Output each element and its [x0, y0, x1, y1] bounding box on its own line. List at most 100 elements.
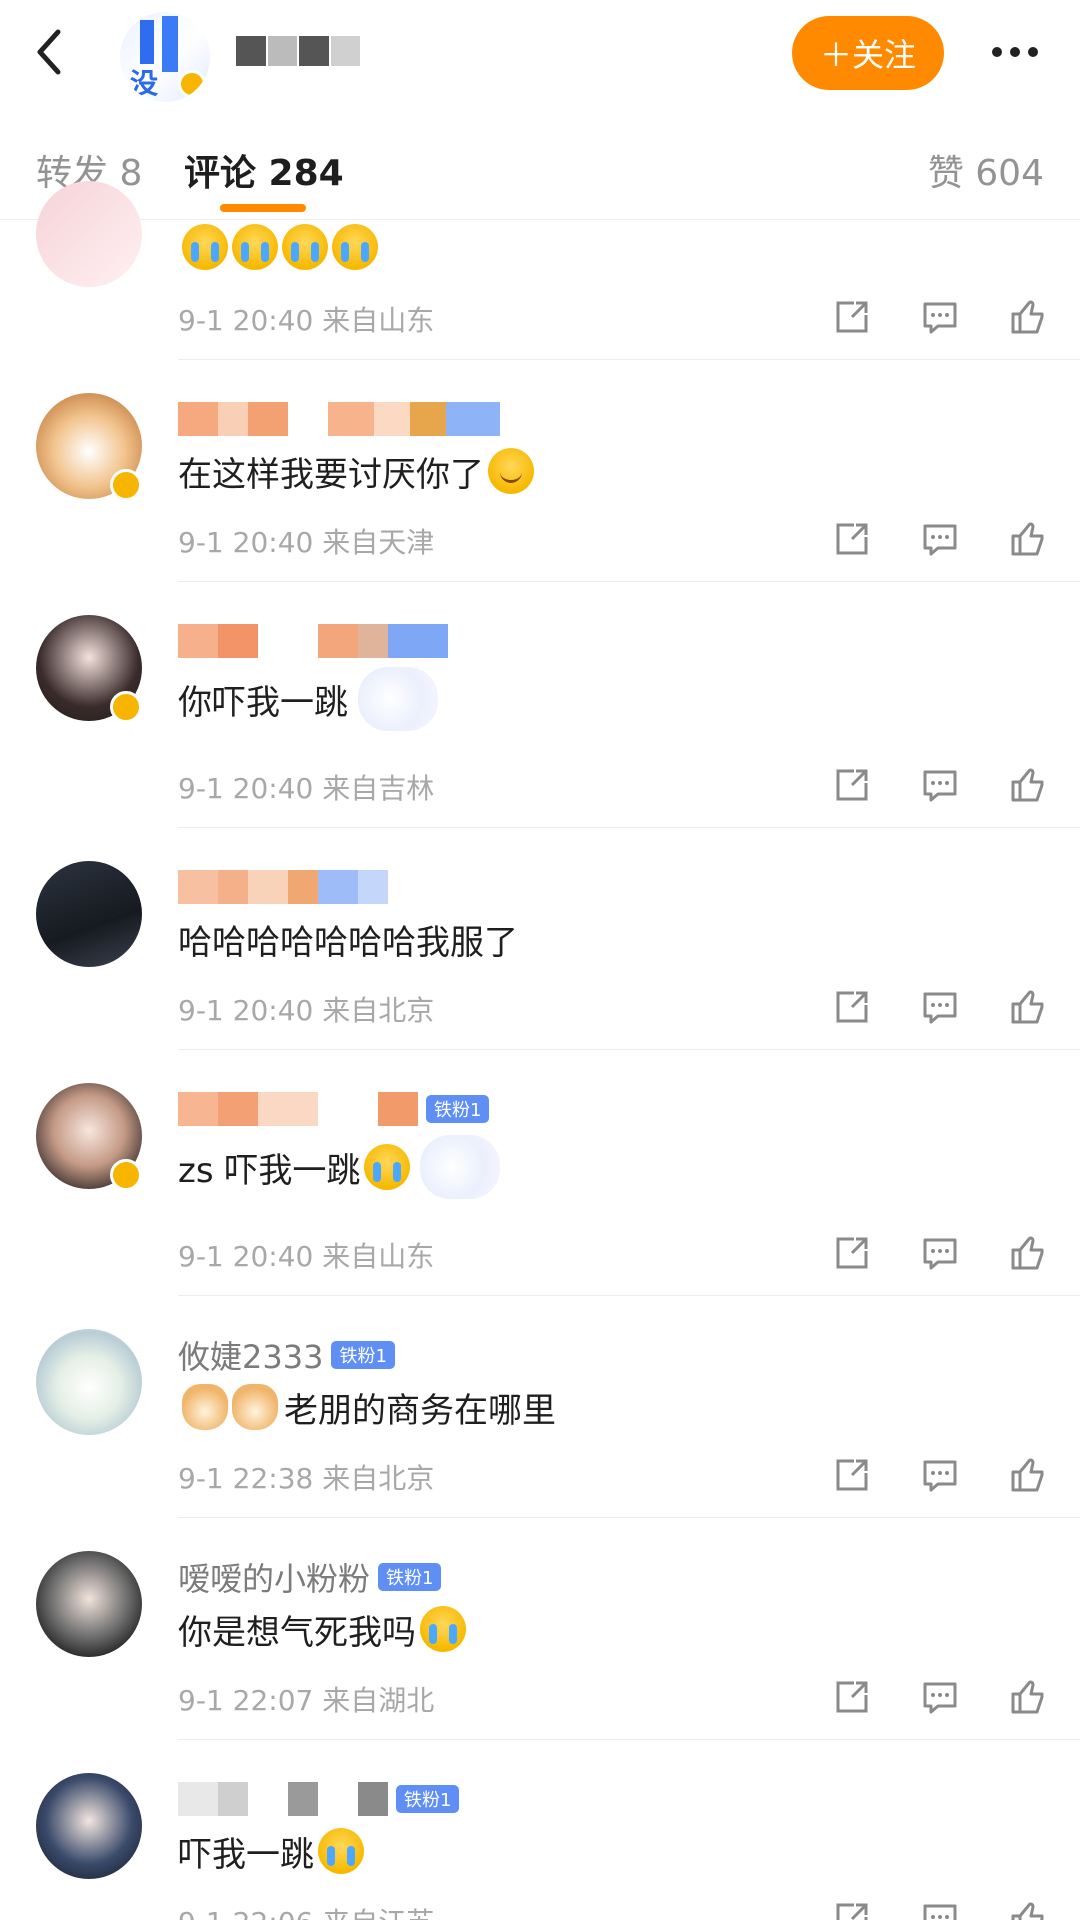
comment-text: 你吓我一跳 [178, 682, 348, 723]
reply-icon[interactable] [918, 985, 962, 1029]
comment-text-row: 你吓我一跳 [178, 667, 438, 731]
comment-text: 老朋的商务在哪里 [284, 1390, 556, 1431]
comment-actions [830, 1897, 1050, 1920]
comment-meta: 9-1 20:40 来自天津 [178, 526, 435, 559]
username[interactable]: 嗳嗳的小粉粉 铁粉1 [178, 1559, 442, 1598]
comment-text: 吓我一跳 [178, 1834, 314, 1875]
verified-badge-icon [110, 1159, 142, 1191]
follow-button[interactable]: ＋关注 [792, 16, 944, 90]
crying-emoji-icon [318, 1828, 364, 1874]
username-blurred[interactable]: 铁粉1 [178, 1091, 490, 1127]
username-blurred[interactable] [178, 869, 388, 905]
comment-meta: 9-1 20:40 来自北京 [178, 994, 435, 1027]
share-icon[interactable] [830, 517, 874, 561]
reply-icon[interactable] [918, 1675, 962, 1719]
author-name-blurred[interactable] [236, 36, 360, 66]
avatar[interactable] [36, 1773, 142, 1879]
like-icon[interactable] [1006, 295, 1050, 339]
avatar[interactable] [36, 181, 142, 287]
author-avatar-text: 没 [130, 67, 159, 100]
comment-text: zs 吓我一跳 [178, 1150, 361, 1191]
username-blurred[interactable]: 铁粉1 [178, 1781, 460, 1817]
fan-badge: 铁粉1 [396, 1785, 460, 1813]
crying-emoji-icon [420, 1606, 466, 1652]
reply-icon[interactable] [918, 1231, 962, 1275]
comment-meta: 9-1 22:06 来自江苏 [178, 1901, 434, 1920]
crying-emoji-icon [332, 224, 378, 270]
comment-actions [830, 763, 1050, 807]
verified-badge-icon [110, 469, 142, 501]
fan-badge: 铁粉1 [426, 1095, 490, 1123]
share-icon[interactable] [830, 1231, 874, 1275]
comment-actions [830, 295, 1050, 339]
comment-text-row: 吓我一跳 [178, 1825, 364, 1877]
share-icon[interactable] [830, 1453, 874, 1497]
crying-emoji-icon [182, 224, 228, 270]
comment-text: 在这样我要讨厌你了 [178, 454, 484, 495]
like-icon[interactable] [1006, 985, 1050, 1029]
comment-text-row: zs 吓我一跳 [178, 1135, 501, 1199]
share-icon[interactable] [830, 1897, 874, 1920]
comment-item: 你吓我一跳 9-1 20:40 来自吉林 [0, 583, 1080, 829]
username-blurred[interactable] [178, 401, 500, 437]
comment-text-row: 哈哈哈哈哈哈哈我服了 [178, 913, 518, 965]
comment-page: 没 ＋关注 转发 8 评论 284 赞 604 9-1 20:40 来自山东 在… [0, 0, 1080, 1920]
username-text: 嗳嗳的小粉粉 [178, 1560, 371, 1598]
avatar[interactable] [36, 1551, 142, 1657]
comment-item: 攸婕2333 铁粉1 老朋的商务在哪里 9-1 22:38 来自北京 [0, 1297, 1080, 1519]
divider [178, 827, 1080, 828]
comment-text: 哈哈哈哈哈哈哈我服了 [178, 922, 518, 963]
comment-item: 铁粉1 zs 吓我一跳 9-1 20:40 来自山东 [0, 1051, 1080, 1297]
more-icon[interactable] [980, 30, 1050, 74]
fan-badge: 铁粉1 [378, 1563, 442, 1591]
reply-icon[interactable] [918, 1897, 962, 1920]
tab-comments[interactable]: 评论 284 [184, 144, 344, 196]
comment-actions [830, 985, 1050, 1029]
smile-emoji-icon [488, 448, 534, 494]
dog-emoji-icon [232, 1384, 278, 1430]
share-icon[interactable] [830, 295, 874, 339]
comment-meta: 9-1 20:40 来自山东 [178, 304, 435, 337]
comment-meta: 9-1 20:40 来自山东 [178, 1240, 435, 1273]
cat-sticker-icon [420, 1135, 501, 1199]
fan-badge: 铁粉1 [331, 1341, 395, 1369]
divider [178, 581, 1080, 582]
reply-icon[interactable] [918, 1453, 962, 1497]
reply-icon[interactable] [918, 295, 962, 339]
dog-emoji-icon [182, 1384, 228, 1430]
share-icon[interactable] [830, 985, 874, 1029]
comment-meta: 9-1 22:38 来自北京 [178, 1462, 435, 1495]
like-icon[interactable] [1006, 1453, 1050, 1497]
share-icon[interactable] [830, 1675, 874, 1719]
username[interactable]: 攸婕2333 铁粉1 [178, 1337, 395, 1376]
comment-item: 哈哈哈哈哈哈哈我服了 9-1 20:40 来自北京 [0, 829, 1080, 1051]
crying-emoji-icon [232, 224, 278, 270]
like-icon[interactable] [1006, 1231, 1050, 1275]
comment-item: 在这样我要讨厌你了 9-1 20:40 来自天津 [0, 361, 1080, 583]
like-icon[interactable] [1006, 763, 1050, 807]
comment-text-row: 老朋的商务在哪里 [178, 1381, 556, 1433]
comment-actions [830, 517, 1050, 561]
verified-badge-icon [178, 70, 206, 98]
reply-icon[interactable] [918, 517, 962, 561]
comment-meta: 9-1 20:40 来自吉林 [178, 772, 435, 805]
chevron-left-icon[interactable] [22, 22, 82, 82]
like-icon[interactable] [1006, 517, 1050, 561]
comment-text-row: 在这样我要讨厌你了 [178, 445, 534, 497]
comment-item: 9-1 20:40 来自山东 [0, 181, 1080, 361]
share-icon[interactable] [830, 763, 874, 807]
username-blurred[interactable] [178, 623, 448, 659]
comment-item: 嗳嗳的小粉粉 铁粉1 你是想气死我吗 9-1 22:07 来自湖北 [0, 1519, 1080, 1741]
bunny-sticker-icon [358, 667, 438, 731]
avatar[interactable] [36, 1329, 142, 1435]
like-icon[interactable] [1006, 1675, 1050, 1719]
comment-item: 铁粉1 吓我一跳 9-1 22:06 来自江苏 [0, 1741, 1080, 1920]
divider [178, 359, 1080, 360]
verified-badge-icon [110, 691, 142, 723]
avatar[interactable] [36, 861, 142, 967]
author-avatar[interactable]: 没 [120, 12, 210, 102]
like-icon[interactable] [1006, 1897, 1050, 1920]
reply-icon[interactable] [918, 763, 962, 807]
comment-text: 你是想气死我吗 [178, 1612, 416, 1653]
tab-likes[interactable]: 赞 604 [928, 144, 1044, 196]
